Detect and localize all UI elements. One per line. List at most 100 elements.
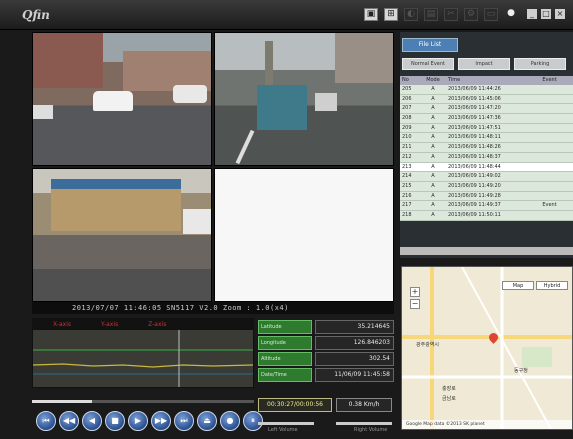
event-cell-mode: A [431,163,435,170]
event-cell-time: 2013/06/09 11:44:26 [448,86,501,92]
tab-impact[interactable]: Impact [458,58,510,70]
event-cell-event: Event [542,202,557,209]
event-row[interactable]: 216 A 2013/06/09 11:49:28 [400,191,573,202]
gps-info-panel: Latitude 35.214645 Longitude 126.846203 … [258,320,394,384]
event-cell-time: 2013/06/09 11:50:11 [448,211,501,218]
event-cell-time: 2013/06/09 11:49:28 [448,192,501,199]
event-row[interactable]: 215 A 2013/06/09 11:49:20 [400,181,573,192]
event-cell-mode: A [431,153,435,160]
maximize-button[interactable]: □ [541,9,551,19]
view-toolbar: ▣ ⊞ ◐ ▤ ✂ ⚙ ▭ ● [364,8,518,21]
info-label: Latitude [258,320,312,334]
gps-map[interactable]: Map Hybrid + − 광주광역시 동구청 충장로 금남로 Google … [401,266,573,430]
camera-view-front[interactable] [32,32,212,166]
camera-view-rear[interactable] [214,32,394,166]
right-volume-slider[interactable] [336,422,392,425]
graph-plot [32,330,254,387]
camera-icon[interactable]: ◐ [404,8,418,21]
skip-end-button[interactable]: ⏭ [174,411,194,431]
grid-single-icon[interactable]: ▣ [364,8,378,21]
play-button[interactable]: ▶ [128,411,148,431]
rewind-button[interactable]: ◀◀ [59,411,79,431]
timeline-scrubber[interactable] [32,392,254,406]
legend-z: Z-axis [148,321,167,328]
event-list-scrollbar[interactable] [400,247,573,255]
event-cell-time: 2013/06/09 11:49:02 [448,173,501,180]
event-row[interactable]: 206 A 2013/06/09 11:45:06 [400,94,573,105]
map-label: 동구청 [514,368,528,374]
info-value: 11/06/09 11:45:58 [315,368,394,382]
close-button[interactable]: × [555,9,565,19]
minimize-button[interactable]: _ [527,9,537,19]
legend-x: X-axis [53,321,71,328]
event-row[interactable]: 209 A 2013/06/09 11:47:51 [400,123,573,134]
event-row[interactable]: 207 A 2013/06/09 11:47:20 [400,104,573,115]
building-shape [335,33,393,83]
event-cell-mode: A [431,105,435,112]
info-label: Longitude [258,336,312,350]
settings-icon[interactable]: ⚙ [464,8,478,21]
event-cell-time: 2013/06/09 11:47:20 [448,105,501,112]
event-list-panel: File List Normal Event Impact Parking No… [400,32,573,258]
volume-controls: Left Volume Right Volume [258,418,394,434]
map-roads [402,267,572,429]
folder-icon[interactable]: ▭ [484,8,498,21]
event-cell-event [526,114,573,123]
event-row[interactable]: 208 A 2013/06/09 11:47:36 [400,114,573,124]
event-cell-mode: A [431,124,435,131]
event-table-header: No Mode Time Event [400,76,573,85]
col-event: Event [542,77,557,83]
event-cell-event [526,211,573,220]
zoom-in-button[interactable]: + [410,287,420,297]
camera-view-side[interactable] [32,168,212,302]
event-row[interactable]: 205 A 2013/06/09 11:44:26 [400,85,573,95]
stop-button[interactable]: ■ [105,411,125,431]
event-cell-no: 209 [402,124,412,131]
left-volume-slider[interactable] [258,422,314,425]
film-icon[interactable]: ▤ [424,8,438,21]
event-row[interactable]: 213 A 2013/06/09 11:48:44 [400,162,573,173]
grid-quad-icon[interactable]: ⊞ [384,8,398,21]
lane-line [235,129,255,165]
tab-parking[interactable]: Parking [514,58,566,70]
g-sensor-graph: X-axis Y-axis Z-axis [32,318,254,388]
cut-icon[interactable]: ✂ [444,8,458,21]
location-icon[interactable]: ● [504,8,518,21]
event-cell-time: 2013/06/09 11:48:26 [448,144,501,151]
event-cell-event [526,104,573,113]
camera-view-blank[interactable] [214,168,394,302]
speed-readout: 0.38 Km/h [336,398,392,412]
event-cell-no: 212 [402,153,412,160]
zoom-out-button[interactable]: − [410,299,420,309]
event-row[interactable]: 214 A 2013/06/09 11:49:02 [400,172,573,182]
graph-legend: X-axis Y-axis Z-axis [33,319,253,330]
event-row[interactable]: 212 A 2013/06/09 11:48:37 [400,152,573,163]
event-row[interactable]: 218 A 2013/06/09 11:50:11 [400,210,573,221]
event-row[interactable]: 217 A 2013/06/09 11:49:37 Event [400,201,573,211]
tab-normal-event[interactable]: Normal Event [402,58,454,70]
map-tab-map[interactable]: Map [502,281,534,290]
event-cell-mode: A [431,173,435,180]
map-tab-hybrid[interactable]: Hybrid [536,281,568,290]
event-cell-mode: A [431,182,435,189]
event-row[interactable]: 210 A 2013/06/09 11:48:11 [400,133,573,144]
event-cell-no: 214 [402,173,412,180]
skip-start-button[interactable]: ⏮ [36,411,56,431]
record-button[interactable]: ● [220,411,240,431]
tab-file-list[interactable]: File List [402,38,458,52]
info-label: Altitude [258,352,312,366]
event-cell-time: 2013/06/09 11:49:37 [448,202,501,209]
car-shape [315,93,337,111]
event-cell-event [526,172,573,181]
playback-time: 00:30:27/00:00:56 [258,398,332,412]
step-back-button[interactable]: ◀ [82,411,102,431]
event-row[interactable]: 211 A 2013/06/09 11:48:26 [400,143,573,153]
fast-forward-button[interactable]: ▶▶ [151,411,171,431]
map-zoom-controls: + − [410,287,420,311]
event-cell-mode: A [431,202,435,209]
eject-button[interactable]: ⏏ [197,411,217,431]
event-cell-no: 211 [402,144,412,151]
event-cell-time: 2013/06/09 11:48:37 [448,153,501,160]
event-cell-no: 216 [402,192,412,199]
event-cell-event [526,124,573,133]
